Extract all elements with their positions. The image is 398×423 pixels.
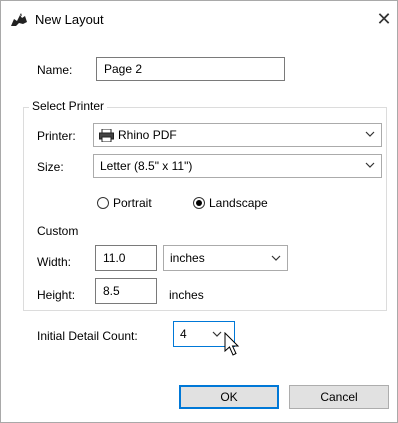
initial-detail-count-value: 4: [180, 327, 187, 341]
chevron-down-icon: [365, 131, 375, 137]
printer-label: Printer:: [37, 129, 76, 143]
printer-select[interactable]: Rhino PDF: [93, 123, 382, 147]
new-layout-dialog: New Layout ✕ Name: Page 2 Select Printer…: [0, 0, 398, 423]
width-units-value: inches: [170, 251, 205, 265]
initial-detail-count-label: Initial Detail Count:: [37, 329, 138, 343]
height-input[interactable]: 8.5: [95, 278, 157, 304]
portrait-label: Portrait: [113, 196, 152, 210]
chevron-down-icon: [365, 162, 375, 168]
custom-label: Custom: [37, 224, 79, 238]
size-select[interactable]: Letter (8.5" x 11"): [93, 154, 382, 178]
name-label: Name:: [37, 63, 73, 77]
height-label: Height:: [37, 288, 76, 302]
mouse-cursor-icon: [224, 332, 240, 356]
rhino-app-icon: [10, 12, 28, 28]
window-title: New Layout: [35, 12, 104, 27]
size-label: Size:: [37, 160, 64, 174]
width-label: Width:: [37, 255, 72, 269]
printer-icon: [99, 129, 114, 142]
select-printer-legend: Select Printer: [29, 99, 108, 113]
landscape-radio[interactable]: [193, 197, 205, 209]
width-units-select[interactable]: inches: [163, 245, 288, 271]
cancel-button[interactable]: Cancel: [289, 385, 389, 409]
chevron-down-icon: [271, 255, 281, 261]
landscape-label: Landscape: [209, 196, 268, 210]
chevron-down-icon: [212, 331, 222, 337]
width-input[interactable]: 11.0: [95, 245, 157, 271]
name-input[interactable]: Page 2: [96, 57, 285, 81]
close-icon[interactable]: ✕: [373, 8, 395, 30]
ok-button[interactable]: OK: [179, 385, 279, 409]
printer-value: Rhino PDF: [118, 128, 177, 142]
title-bar: New Layout ✕: [1, 1, 397, 41]
size-value: Letter (8.5" x 11"): [100, 159, 193, 173]
height-units-label: inches: [169, 288, 204, 302]
portrait-radio[interactable]: [97, 197, 109, 209]
